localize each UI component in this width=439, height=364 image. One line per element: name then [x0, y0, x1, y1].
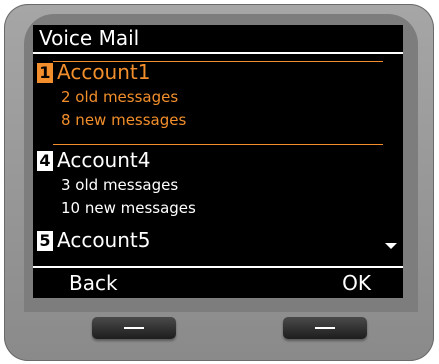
new-messages-count: 8 new messages [61, 111, 187, 129]
dash-icon [124, 327, 144, 329]
softkey-back-label[interactable]: Back [69, 271, 118, 295]
old-messages-count: 2 old messages [61, 88, 179, 106]
dash-icon [315, 327, 335, 329]
softkey-divider [33, 266, 403, 268]
display-screen: Voice Mail 1 Account1 2 old messages 8 ne… [33, 25, 403, 298]
account-name: Account4 [57, 148, 151, 172]
new-messages-count: 10 new messages [61, 199, 196, 217]
selection-top-rule [53, 61, 383, 62]
account-name: Account1 [57, 60, 151, 84]
softkey-ok-label[interactable]: OK [342, 271, 371, 295]
page-title: Voice Mail [39, 26, 140, 50]
title-divider [33, 52, 403, 54]
list-item-account4[interactable]: 4 Account4 [37, 148, 150, 172]
account-name: Account5 [57, 228, 151, 252]
old-messages-count: 3 old messages [61, 176, 179, 194]
right-softkey-button[interactable] [283, 317, 367, 339]
list-item-account1[interactable]: 1 Account1 [37, 60, 150, 84]
selection-bottom-rule [53, 144, 383, 145]
account-number-badge: 1 [37, 63, 53, 83]
left-softkey-button[interactable] [92, 317, 176, 339]
scroll-down-icon [385, 243, 397, 249]
account-number-badge: 4 [37, 151, 53, 171]
list-item-account5[interactable]: 5 Account5 [37, 228, 150, 252]
account-number-badge: 5 [37, 231, 53, 251]
